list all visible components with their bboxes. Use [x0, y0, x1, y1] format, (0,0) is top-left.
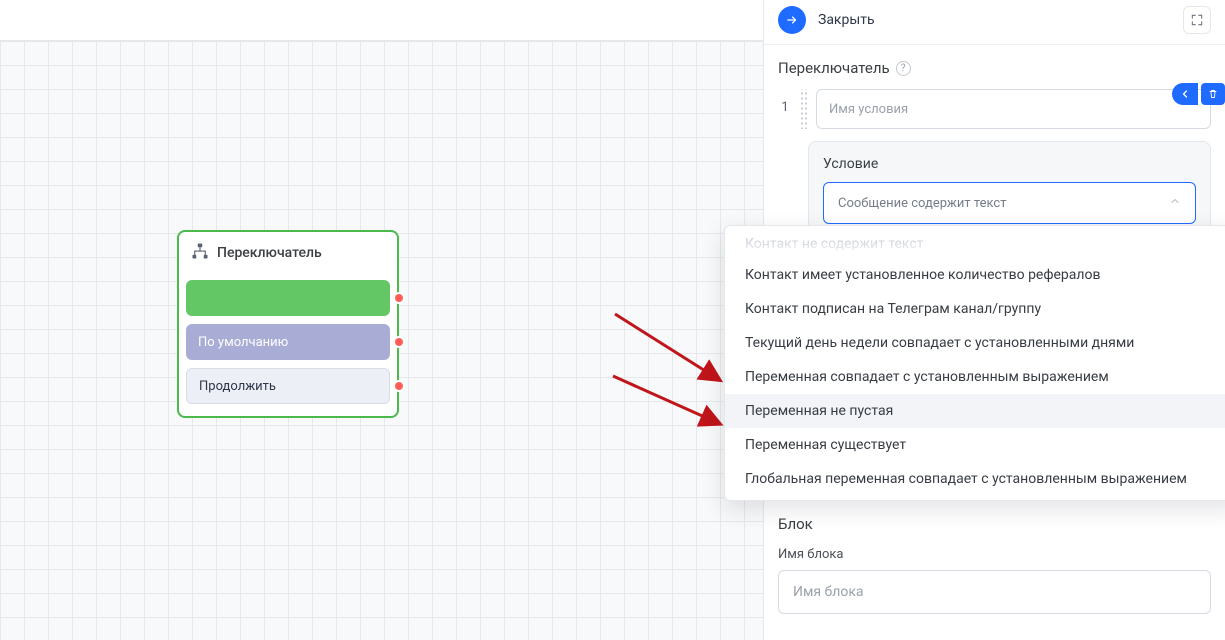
- condition-dropdown[interactable]: Контакт не содержит текст Контакт имеет …: [724, 225, 1225, 501]
- dropdown-item-cut: Контакт не содержит текст: [725, 230, 1225, 258]
- dropdown-item[interactable]: Контакт подписан на Телеграм канал/групп…: [725, 292, 1225, 326]
- dropdown-item[interactable]: Контакт имеет установленное количество р…: [725, 258, 1225, 292]
- delete-icon[interactable]: [1201, 83, 1225, 105]
- dropdown-item[interactable]: Глобальная переменная совпадает с устано…: [725, 462, 1225, 496]
- switch-node[interactable]: Переключатель По умолчанию Продолжить: [177, 230, 399, 418]
- node-row-condition-1[interactable]: [186, 280, 390, 316]
- chevron-up-icon: [1169, 195, 1181, 211]
- node-row-default[interactable]: По умолчанию: [186, 324, 390, 360]
- expand-button[interactable]: [1183, 6, 1211, 34]
- dropdown-item[interactable]: Переменная совпадает с установленным выр…: [725, 360, 1225, 394]
- condition-select[interactable]: Сообщение содержит текст: [823, 182, 1196, 224]
- close-button[interactable]: [778, 6, 806, 34]
- condition-index: 1: [778, 89, 792, 129]
- switch-icon: [191, 242, 209, 264]
- dropdown-item[interactable]: Переменная существует: [725, 428, 1225, 462]
- node-port[interactable]: [393, 380, 405, 392]
- node-header: Переключатель: [179, 232, 397, 272]
- drag-handle[interactable]: [800, 89, 808, 129]
- dropdown-item[interactable]: Текущий день недели совпадает с установл…: [725, 326, 1225, 360]
- node-port[interactable]: [393, 292, 405, 304]
- dropdown-item[interactable]: Переменная не пустая: [725, 394, 1225, 428]
- block-section-title: Блок: [778, 515, 1211, 533]
- panel-title: Переключатель ?: [778, 59, 1211, 77]
- side-panel: Закрыть Переключатель ? 1 Условие: [763, 0, 1225, 640]
- condition-actions: [1172, 83, 1225, 105]
- annotation-arrow: [610, 309, 730, 389]
- close-label: Закрыть: [818, 12, 875, 28]
- condition-label: Условие: [823, 156, 1196, 172]
- block-name-label: Имя блока: [778, 547, 1211, 562]
- node-title: Переключатель: [217, 245, 322, 261]
- annotation-arrow: [608, 371, 728, 431]
- collapse-icon[interactable]: [1172, 83, 1198, 105]
- node-row-continue[interactable]: Продолжить: [186, 368, 390, 404]
- condition-name-input[interactable]: [816, 89, 1211, 129]
- panel-header: Закрыть: [764, 0, 1225, 45]
- block-name-input[interactable]: [778, 570, 1211, 614]
- node-port[interactable]: [393, 336, 405, 348]
- help-icon[interactable]: ?: [896, 61, 911, 76]
